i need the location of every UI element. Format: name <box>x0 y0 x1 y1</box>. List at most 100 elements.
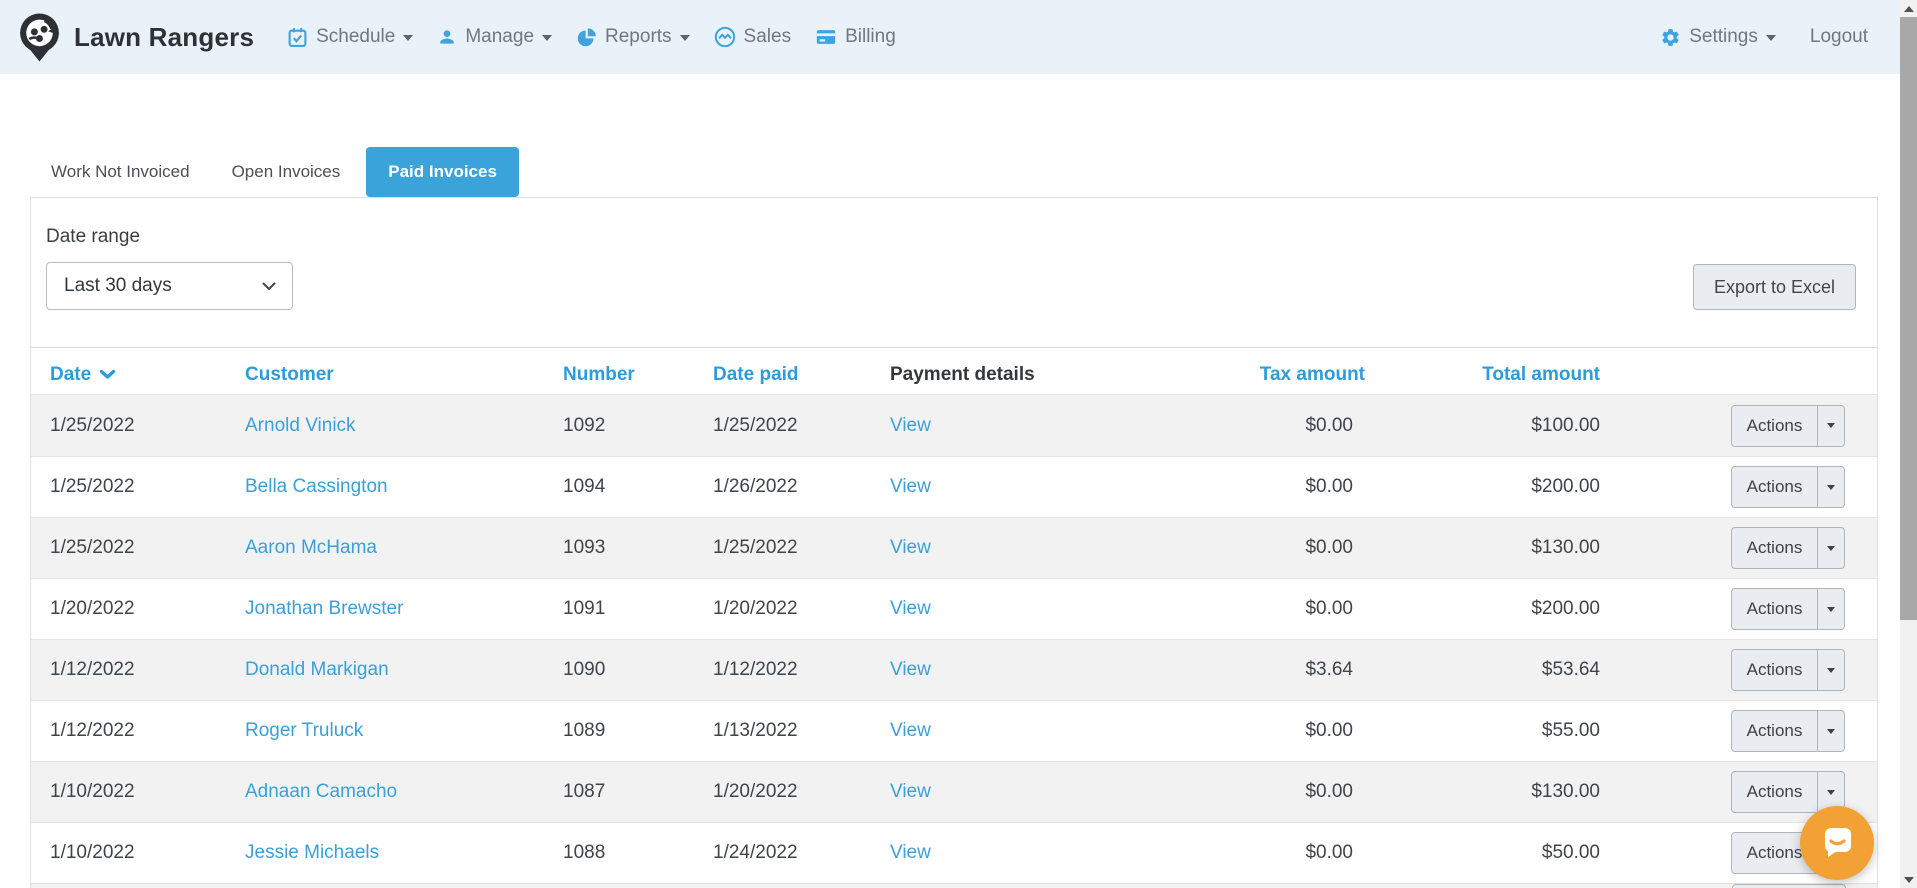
nav-billing[interactable]: Billing <box>815 26 896 48</box>
cell-date-paid: 1/12/2022 <box>713 659 798 680</box>
date-range-label: Date range <box>46 226 141 247</box>
actions-dropdown-toggle[interactable] <box>1817 528 1844 568</box>
tab-open-invoices[interactable]: Open Invoices <box>216 147 357 197</box>
chevron-down-icon <box>679 35 690 41</box>
main-nav: Schedule Manage Reports Sales Billing <box>287 26 896 48</box>
customer-link[interactable]: Donald Markigan <box>245 659 389 680</box>
customer-link[interactable]: Jessie Michaels <box>245 842 379 863</box>
cell-tax-amount: $0.00 <box>1305 537 1353 558</box>
table-row: 1/25/2022 Bella Cassington 1094 1/26/202… <box>31 456 1877 517</box>
cell-tax-amount: $0.00 <box>1305 720 1353 741</box>
actions-dropdown-toggle[interactable] <box>1817 711 1844 751</box>
scrollbar-down-arrow[interactable] <box>1900 871 1917 888</box>
nav-reports[interactable]: Reports <box>576 26 690 48</box>
nav-sales[interactable]: Sales <box>714 26 791 48</box>
customer-link[interactable]: Aaron McHama <box>245 537 377 558</box>
chevron-down-icon <box>1827 789 1835 795</box>
customer-link[interactable]: Arnold Vinick <box>245 415 356 436</box>
scrollbar-up-arrow[interactable] <box>1900 0 1917 17</box>
actions-split-button-partial <box>1732 884 1846 888</box>
invoice-tabs: Work Not Invoiced Open Invoices Paid Inv… <box>30 147 1878 198</box>
actions-button-label[interactable]: Actions <box>1732 528 1817 568</box>
column-header-tax-amount[interactable]: Tax amount <box>1130 364 1365 386</box>
actions-dropdown-toggle[interactable] <box>1817 589 1844 629</box>
tab-work-not-invoiced[interactable]: Work Not Invoiced <box>35 147 206 197</box>
cell-total-amount: $130.00 <box>1531 537 1600 558</box>
view-payment-link[interactable]: View <box>890 476 931 497</box>
actions-split-button[interactable]: Actions <box>1731 404 1845 447</box>
cell-date: 1/20/2022 <box>50 598 135 619</box>
scrollbar-thumb[interactable] <box>1900 17 1917 620</box>
column-header-total-amount[interactable]: Total amount <box>1365 364 1600 386</box>
view-payment-link[interactable]: View <box>890 842 931 863</box>
gear-icon <box>1660 27 1681 48</box>
view-payment-link[interactable]: View <box>890 659 931 680</box>
customer-link[interactable]: Jonathan Brewster <box>245 598 403 619</box>
actions-split-button[interactable]: Actions <box>1731 710 1845 752</box>
handshake-icon <box>714 26 736 48</box>
actions-button-label[interactable]: Actions <box>1732 772 1817 812</box>
customer-link[interactable]: Bella Cassington <box>245 476 388 497</box>
cell-date: 1/25/2022 <box>50 476 135 497</box>
cell-tax-amount: $0.00 <box>1305 476 1353 497</box>
actions-button-label[interactable]: Actions <box>1732 711 1817 751</box>
actions-button-label[interactable]: Actions <box>1732 406 1817 446</box>
actions-dropdown-toggle[interactable] <box>1817 405 1844 446</box>
actions-split-button[interactable]: Actions <box>1731 466 1845 508</box>
cell-number: 1094 <box>563 476 606 497</box>
actions-dropdown-toggle[interactable] <box>1817 467 1844 507</box>
view-payment-link[interactable]: View <box>890 781 931 802</box>
nav-billing-label: Billing <box>845 26 896 47</box>
column-header-date[interactable]: Date <box>31 364 245 386</box>
nav-settings-label: Settings <box>1689 26 1758 47</box>
column-header-date-paid[interactable]: Date paid <box>713 364 890 386</box>
customer-link[interactable]: Adnaan Camacho <box>245 781 397 802</box>
cell-date-paid: 1/25/2022 <box>713 414 798 436</box>
chevron-down-icon <box>1765 35 1776 41</box>
nav-schedule[interactable]: Schedule <box>287 26 414 48</box>
column-header-number[interactable]: Number <box>563 364 713 386</box>
view-payment-link[interactable]: View <box>890 537 931 558</box>
column-header-customer[interactable]: Customer <box>245 364 563 386</box>
cell-date: 1/10/2022 <box>50 842 135 863</box>
tab-paid-invoices[interactable]: Paid Invoices <box>366 147 519 197</box>
export-to-excel-button[interactable]: Export to Excel <box>1693 264 1856 310</box>
pie-chart-icon <box>576 27 597 48</box>
cell-tax-amount: $3.64 <box>1305 659 1353 680</box>
nav-logout[interactable]: Logout <box>1810 26 1868 48</box>
actions-dropdown-toggle[interactable] <box>1817 650 1844 690</box>
cell-total-amount: $130.00 <box>1531 781 1600 802</box>
actions-button-label[interactable]: Actions <box>1732 650 1817 690</box>
actions-split-button[interactable]: Actions <box>1731 527 1845 569</box>
actions-split-button[interactable]: Actions <box>1731 649 1845 691</box>
actions-button-label[interactable]: Actions <box>1732 467 1817 507</box>
table-row: 1/10/2022 Jessie Michaels 1088 1/24/2022… <box>31 822 1877 883</box>
user-icon <box>437 27 457 47</box>
nav-manage-label: Manage <box>465 26 535 47</box>
table-row: 1/25/2022 Aaron McHama 1093 1/25/2022 Vi… <box>31 517 1877 578</box>
view-payment-link[interactable]: View <box>890 720 931 741</box>
nav-right: Settings Logout <box>1660 26 1868 48</box>
cell-number: 1092 <box>563 414 606 436</box>
customer-link[interactable]: Roger Truluck <box>245 720 363 741</box>
brand[interactable]: Lawn Rangers <box>16 11 254 63</box>
cell-tax-amount: $0.00 <box>1305 781 1353 802</box>
table-row: 1/25/2022 Arnold Vinick 1092 1/25/2022 V… <box>31 395 1877 456</box>
credit-card-icon <box>815 26 837 48</box>
actions-split-button[interactable]: Actions <box>1731 588 1845 630</box>
nav-manage[interactable]: Manage <box>437 26 553 48</box>
view-payment-link[interactable]: View <box>890 598 931 619</box>
table-row: 1/12/2022 Donald Markigan 1090 1/12/2022… <box>31 639 1877 700</box>
chat-launcher-button[interactable] <box>1800 806 1874 880</box>
nav-logout-label: Logout <box>1809 26 1868 47</box>
nav-settings[interactable]: Settings <box>1660 26 1776 48</box>
cell-total-amount: $100.00 <box>1531 414 1600 436</box>
cell-date: 1/12/2022 <box>50 659 135 680</box>
date-range-select[interactable]: Last 30 days <box>46 262 293 310</box>
cell-number: 1093 <box>563 537 606 558</box>
view-payment-link[interactable]: View <box>890 415 931 436</box>
chevron-down-icon <box>1827 728 1835 734</box>
cell-date-paid: 1/20/2022 <box>713 598 798 619</box>
actions-button-label[interactable]: Actions <box>1732 589 1817 629</box>
cell-date-paid: 1/24/2022 <box>713 842 798 863</box>
